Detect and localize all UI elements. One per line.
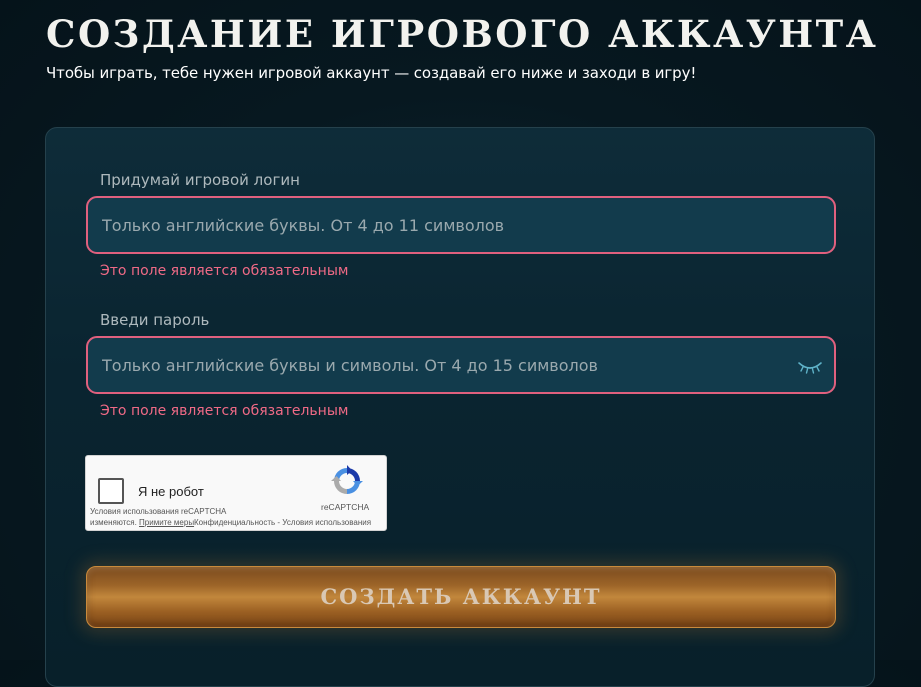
password-label: Введи пароль	[100, 311, 210, 329]
login-label: Придумай игровой логин	[100, 171, 300, 189]
create-account-button[interactable]: СОЗДАТЬ АККАУНТ	[86, 566, 836, 628]
recaptcha-terms-link[interactable]: Примите меры	[139, 518, 194, 527]
recaptcha-privacy-links: Конфиденциальность - Условия использован…	[194, 517, 371, 528]
recaptcha-checkbox[interactable]	[98, 478, 124, 504]
recaptcha-terms-line1: Условия использования reCAPTCHA	[90, 507, 227, 516]
recaptcha-privacy-link[interactable]: Конфиденциальность	[194, 518, 275, 527]
page-title: СОЗДАНИЕ ИГРОВОГО АККАУНТА	[46, 12, 879, 56]
recaptcha-terms-line2: изменяются. Примите меры	[90, 517, 194, 528]
eye-closed-icon[interactable]	[796, 357, 824, 375]
recaptcha-widget: Я не робот reCAPTCHA Условия использован…	[85, 455, 387, 531]
page-subtitle: Чтобы играть, тебе нужен игровой аккаунт…	[46, 64, 697, 82]
recaptcha-brand: reCAPTCHA	[321, 502, 370, 512]
recaptcha-logo-icon	[330, 464, 364, 498]
password-input[interactable]	[86, 336, 836, 394]
login-input[interactable]	[86, 196, 836, 254]
recaptcha-terms-text: изменяются.	[90, 518, 137, 527]
password-error: Это поле является обязательным	[100, 403, 349, 419]
login-error: Это поле является обязательным	[100, 263, 349, 279]
recaptcha-terms-of-use-link[interactable]: Условия использования	[282, 518, 371, 527]
recaptcha-label: Я не робот	[138, 484, 204, 499]
